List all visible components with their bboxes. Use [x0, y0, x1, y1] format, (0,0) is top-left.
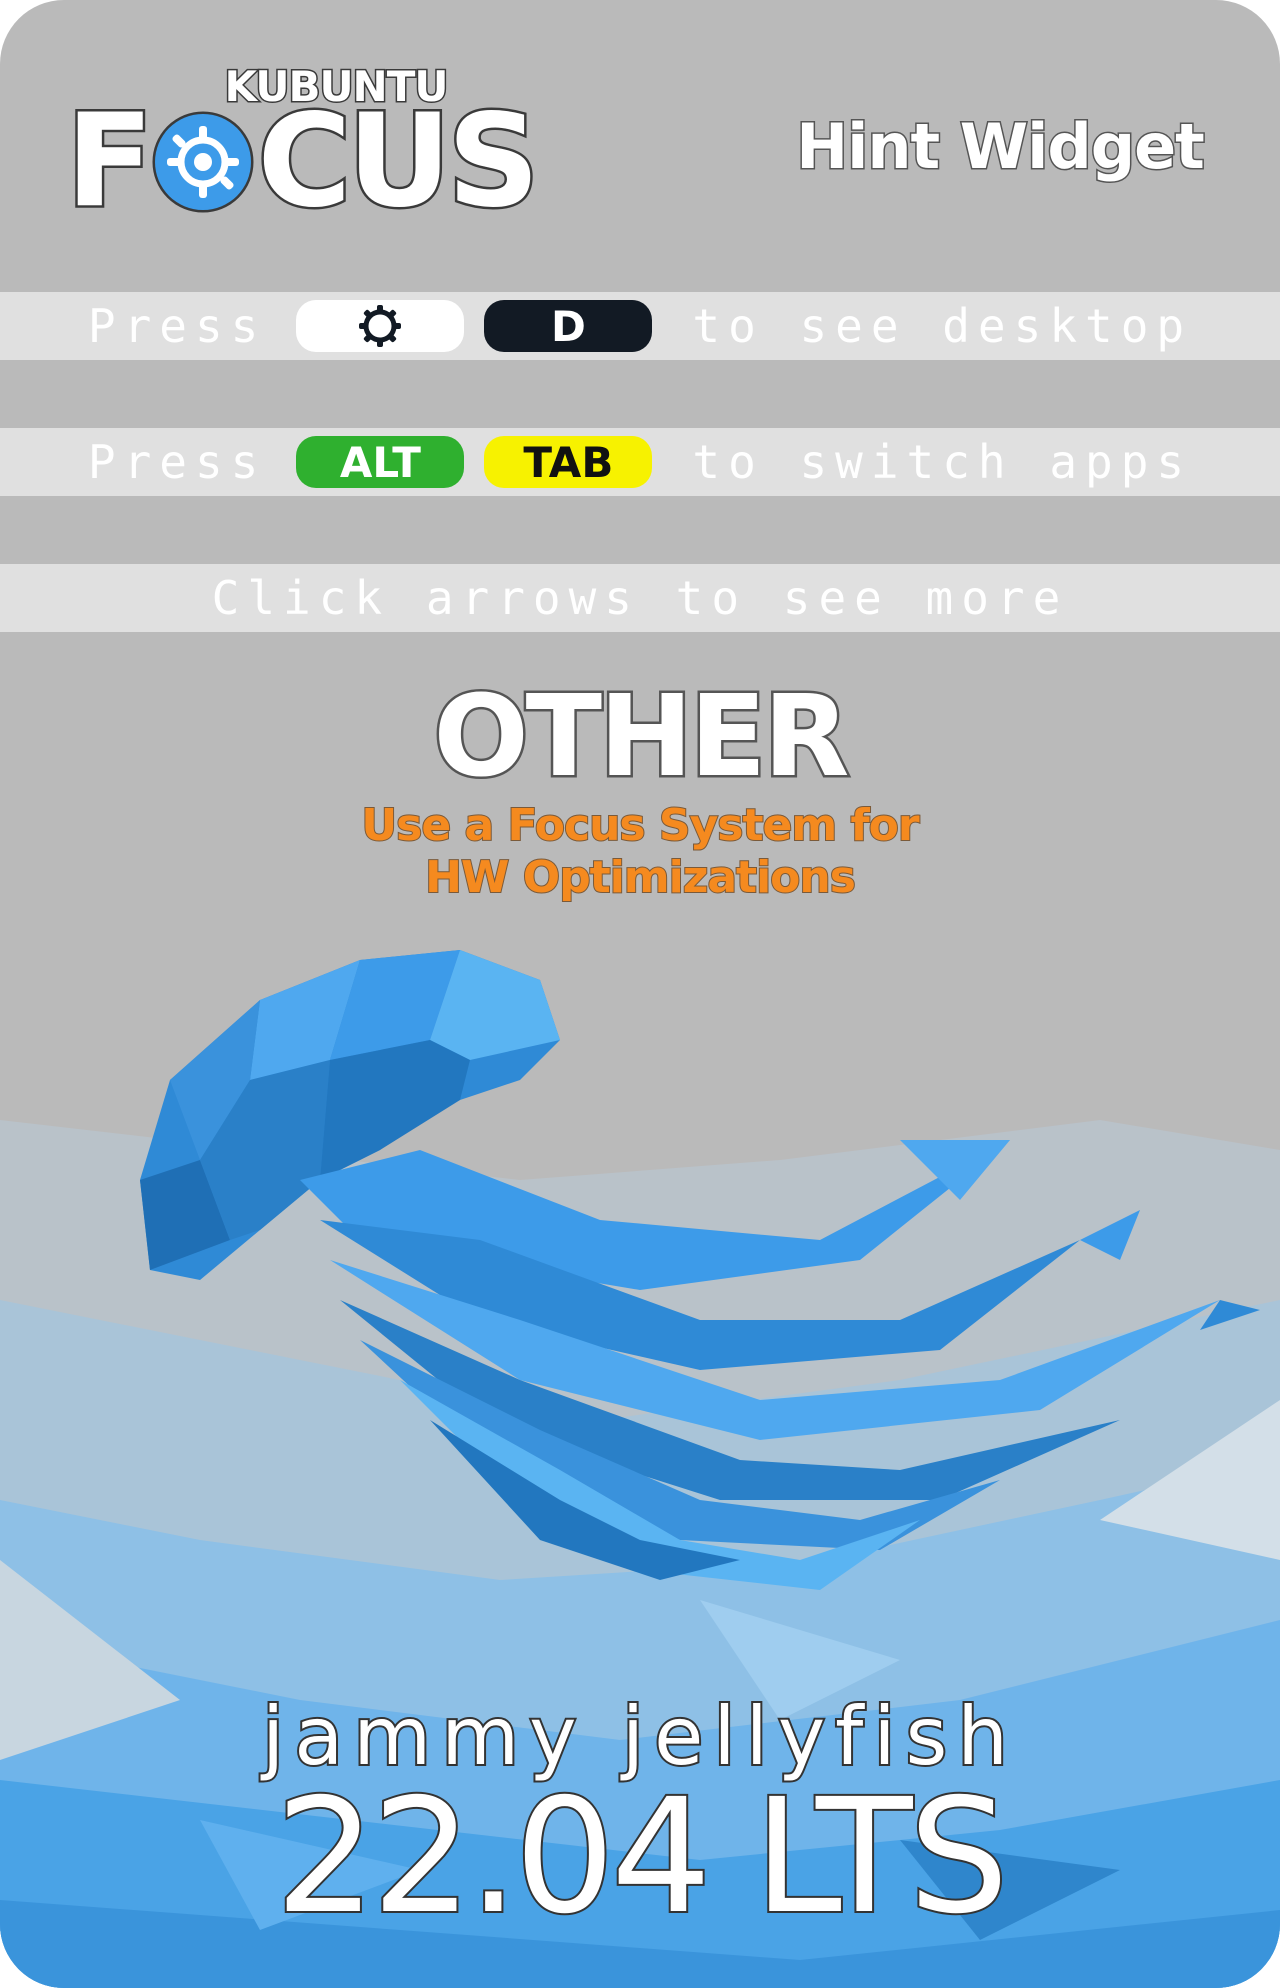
- widget-title: Hint Widget: [795, 109, 1207, 185]
- brand-big-right: CUS: [255, 87, 542, 236]
- hint-widget-card: KUBUNTU F CUS Hint Widget Press D to see…: [0, 0, 1280, 1988]
- hint-suffix: to switch apps: [692, 435, 1193, 489]
- tab-key: TAB: [484, 436, 653, 488]
- hint-switch-apps: Press ALT TAB to switch apps: [0, 428, 1280, 496]
- navigation-hint: Click arrows to see more: [0, 564, 1280, 632]
- meta-key: [296, 300, 465, 352]
- hint-show-desktop: Press D to see desktop: [0, 292, 1280, 360]
- hint-prefix: Press: [87, 435, 267, 489]
- kubuntu-focus-logo-icon: [152, 111, 254, 213]
- alt-key: ALT: [296, 436, 465, 488]
- release-version: 22.04 LTS: [273, 1765, 1011, 1949]
- tip-category: OTHER: [431, 670, 852, 805]
- brand-big-left: F: [63, 87, 155, 236]
- hint-suffix: to see desktop: [692, 299, 1193, 353]
- d-key: D: [484, 300, 653, 352]
- brand-big-text: F CUS: [63, 87, 542, 236]
- kubuntu-focus-logo: KUBUNTU F CUS: [63, 61, 546, 236]
- navigation-hint-text: Click arrows to see more: [211, 571, 1069, 625]
- tip-text: Use a Focus System for HW Optimizations: [0, 799, 1280, 904]
- hint-prefix: Press: [87, 299, 267, 353]
- kubuntu-gear-icon: [359, 305, 402, 347]
- tip-line-2: HW Optimizations: [424, 851, 857, 904]
- tip-line-1: Use a Focus System for: [360, 799, 920, 852]
